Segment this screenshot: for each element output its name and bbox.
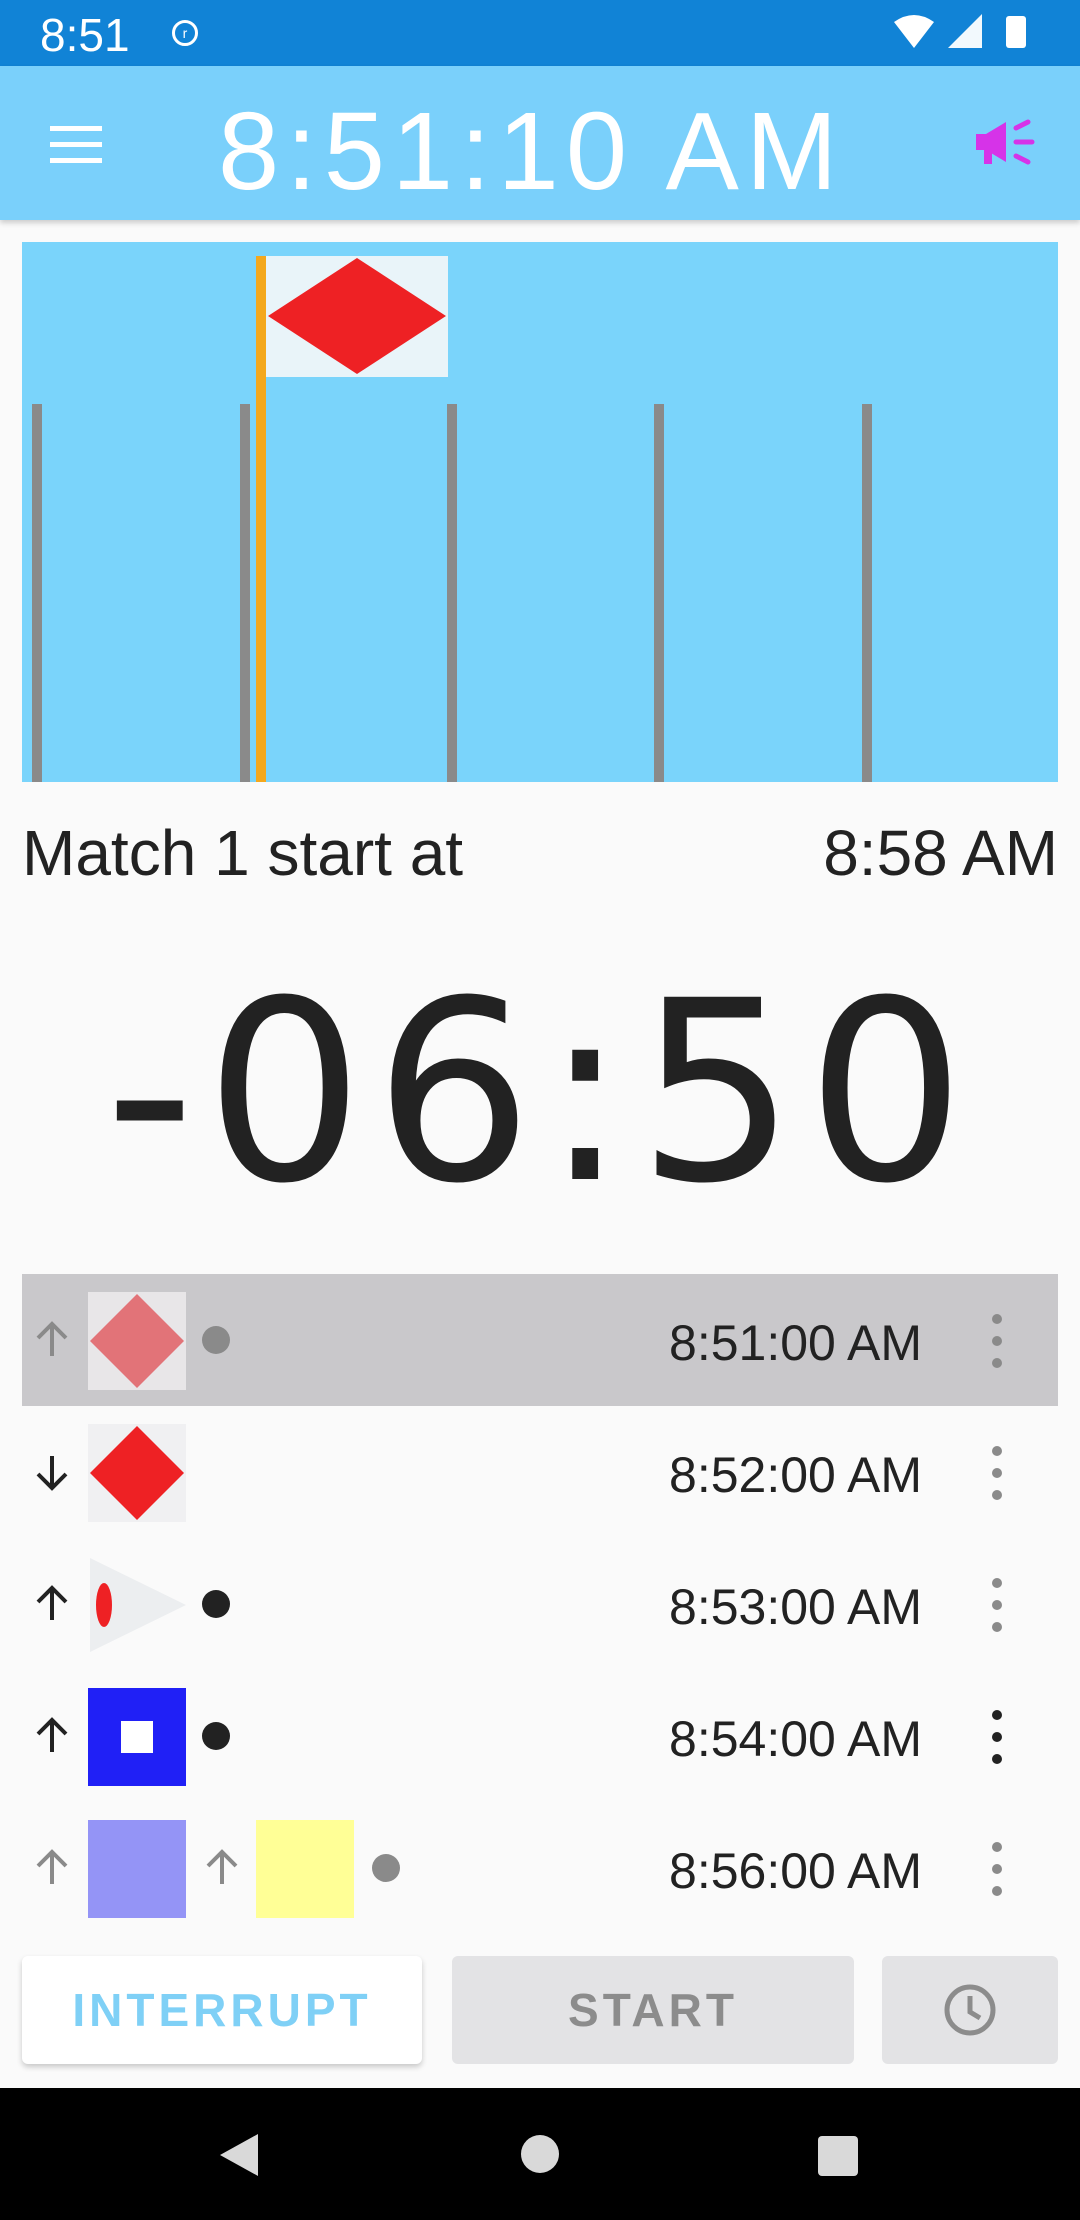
arrow-up-icon — [36, 1717, 68, 1752]
flag-pole — [447, 404, 457, 782]
schedule-row[interactable]: 8:56:00 AM — [22, 1802, 1058, 1934]
more-options-icon[interactable] — [992, 1578, 1004, 1632]
interrupt-button[interactable]: INTERRUPT — [22, 1956, 422, 2064]
schedule-row[interactable]: 8:52:00 AM — [22, 1406, 1058, 1538]
signal-icon — [948, 14, 982, 48]
home-icon[interactable] — [520, 2134, 560, 2174]
flag-pole — [654, 404, 664, 782]
app-bar: 8:51:10 AM — [0, 66, 1080, 220]
status-icons — [894, 14, 1026, 48]
menu-icon[interactable] — [50, 126, 102, 164]
schedule-time: 8:51:00 AM — [669, 1315, 922, 1371]
match-label: Match 1 start at — [22, 817, 464, 889]
more-options-icon[interactable] — [992, 1446, 1004, 1500]
schedule-row[interactable]: 8:51:00 AM — [22, 1274, 1058, 1406]
sound-dot-icon — [202, 1722, 230, 1750]
notification-icon: r — [172, 20, 198, 46]
arrow-up-icon — [36, 1585, 68, 1620]
sound-dot-icon — [202, 1590, 230, 1618]
red-diamond-flag-icon — [88, 1292, 186, 1390]
flag-pole — [32, 404, 42, 782]
match-start-time: 8:58 AM — [823, 817, 1058, 889]
more-options-icon[interactable] — [992, 1842, 1004, 1896]
arrow-up-icon — [206, 1849, 238, 1884]
sound-dot-icon — [372, 1854, 400, 1882]
start-button[interactable]: START — [452, 1956, 854, 2064]
schedule-row[interactable]: 8:53:00 AM — [22, 1538, 1058, 1670]
schedule-row[interactable]: 8:54:00 AM — [22, 1670, 1058, 1802]
time-button[interactable] — [882, 1956, 1058, 2064]
class-flag-red-diamond-icon — [266, 256, 448, 377]
schedule-time: 8:54:00 AM — [669, 1711, 922, 1767]
status-time: 8:51 — [40, 9, 130, 61]
flag-pole — [240, 404, 250, 782]
battery-icon — [1006, 16, 1026, 48]
horn-icon[interactable] — [972, 118, 1036, 168]
flag-display — [22, 242, 1058, 782]
wifi-icon — [894, 15, 934, 48]
pennant-flag-icon — [90, 1558, 186, 1652]
arrow-up-icon — [36, 1321, 68, 1356]
current-time: 8:51:10 AM — [218, 90, 845, 213]
arrow-down-icon — [36, 1456, 68, 1491]
blue-flag-icon — [88, 1820, 186, 1918]
back-icon[interactable] — [218, 2132, 260, 2178]
more-options-icon[interactable] — [992, 1314, 1004, 1368]
clock-icon — [944, 1984, 996, 2036]
arrow-up-icon — [36, 1849, 68, 1884]
countdown-timer: -06:50 — [104, 947, 976, 1238]
schedule-time: 8:56:00 AM — [669, 1843, 922, 1899]
schedule-time: 8:52:00 AM — [669, 1447, 922, 1503]
sound-dot-icon — [202, 1326, 230, 1354]
recents-icon[interactable] — [818, 2136, 858, 2176]
flag-pole-active — [256, 256, 266, 782]
flag-pole — [862, 404, 872, 782]
red-diamond-flag-icon — [88, 1424, 186, 1522]
navigation-bar — [0, 2088, 1080, 2220]
yellow-flag-icon — [256, 1820, 354, 1918]
more-options-icon[interactable] — [992, 1710, 1004, 1764]
status-bar: 8:51 r — [0, 0, 1080, 66]
blue-square-flag-icon — [88, 1688, 186, 1786]
schedule-time: 8:53:00 AM — [669, 1579, 922, 1635]
signal-schedule-list: 8:51:00 AM 8:52:00 AM 8:53:00 AM 8:54:00… — [22, 1274, 1058, 1934]
